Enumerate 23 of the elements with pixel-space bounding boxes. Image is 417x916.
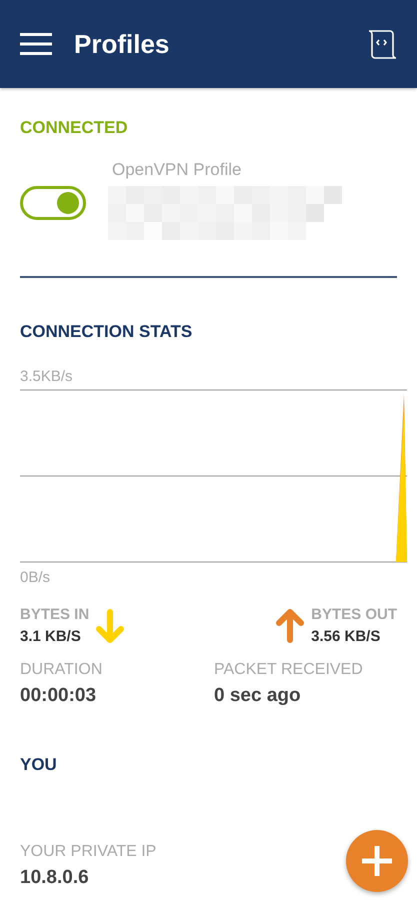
plus-icon [362,846,392,876]
down-arrow-icon [95,608,126,644]
duration-label: DURATION [20,661,104,679]
add-button[interactable] [346,830,408,892]
profile-label: OpenVPN Profile [112,160,242,180]
app-title: Profiles [74,28,170,60]
menu-icon[interactable] [20,33,52,55]
packet-received-label: PACKET RECEIVED [214,661,364,679]
bytes-out-label: BYTES OUT [311,606,397,623]
up-arrow-icon [275,608,306,644]
stats-heading: CONNECTION STATS [20,322,194,342]
status-heading: CONNECTED [20,118,129,138]
duration-value: 00:00:03 [20,685,98,707]
bytes-in-value: 3.1 KB/S [20,628,82,645]
you-heading: YOU [20,755,58,775]
y-axis-label: 0B/s [20,569,52,586]
private-ip-label: YOUR PRIVATE IP [20,843,158,861]
bytes-out-value: 3.56 KB/S [311,628,382,645]
y-axis-label: 3.5KB/s [20,368,74,385]
packet-received-value: 0 sec ago [214,685,302,707]
connection-toggle[interactable] [20,186,86,220]
private-ip-value: 10.8.0.6 [20,867,90,889]
bytes-in-label: BYTES IN [20,606,90,623]
